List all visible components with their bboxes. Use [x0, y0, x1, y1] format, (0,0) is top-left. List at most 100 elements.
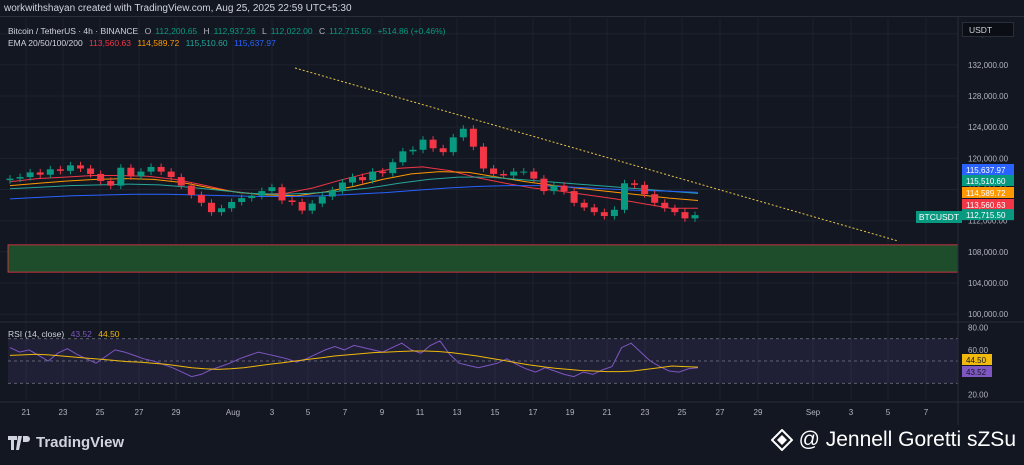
- candle-body: [278, 187, 286, 201]
- candle-body: [328, 190, 336, 197]
- candle-body: [540, 178, 548, 192]
- time-tick-label: 5: [886, 408, 891, 417]
- price-tick-label: 100,000.00: [968, 310, 1009, 319]
- time-tick-label: Aug: [226, 408, 240, 417]
- candle-body: [6, 178, 14, 181]
- candle-body: [258, 191, 266, 196]
- candle-body: [439, 148, 447, 153]
- time-tick-label: 21: [603, 408, 612, 417]
- time-tick-label: Sep: [806, 408, 821, 417]
- candle-body: [369, 171, 377, 181]
- rsi-value: 43.52: [70, 329, 92, 339]
- currency-selector[interactable]: USDT: [962, 22, 1014, 37]
- time-tick-label: 17: [529, 408, 538, 417]
- rsi-ma-value: 44.50: [98, 329, 120, 339]
- high-value: 112,937.26: [213, 26, 256, 36]
- candle-body: [510, 171, 518, 176]
- time-tick-label: 25: [678, 408, 687, 417]
- open-label: O: [144, 26, 152, 36]
- rsi-panel: 80.00 60.00 20.00 44.50 43.52: [0, 321, 1024, 399]
- low-value: 112,022.00: [270, 26, 313, 36]
- tradingview-wordmark: TradingView: [36, 434, 125, 451]
- price-chart[interactable]: 80.0060.0020.0044.5043.52 136,000.00132,…: [0, 0, 1024, 425]
- time-tick-label: 29: [754, 408, 763, 417]
- change-value: +514.86 (+0.46%): [377, 26, 446, 36]
- candle-body: [36, 172, 44, 175]
- candle-body: [77, 165, 85, 169]
- high-label: H: [203, 26, 210, 36]
- price-label-text: 114,589.72: [966, 189, 1006, 198]
- candle-body: [691, 215, 699, 219]
- time-tick-label: 11: [416, 408, 425, 417]
- time-tick-label: 13: [453, 408, 462, 417]
- candle-body: [580, 202, 588, 208]
- candle-body: [56, 169, 64, 171]
- time-tick-label: 29: [172, 408, 181, 417]
- candle-body: [338, 182, 346, 191]
- candle-body: [459, 128, 467, 138]
- candle-body: [288, 200, 296, 202]
- candle-body: [550, 185, 558, 192]
- ema-line: [9, 185, 699, 200]
- ema200-value: 115,637.97: [233, 38, 276, 48]
- candle-body: [520, 171, 528, 173]
- time-tick-label: 27: [716, 408, 725, 417]
- candle-body: [359, 177, 367, 181]
- price-axis: 136,000.00132,000.00128,000.00124,000.00…: [962, 30, 1014, 319]
- candle-body: [610, 209, 618, 217]
- ema50-value: 114,589.72: [137, 38, 180, 48]
- candle-body: [469, 128, 477, 147]
- time-tick-label: 25: [96, 408, 105, 417]
- low-label: L: [261, 26, 267, 36]
- time-tick-label: 23: [641, 408, 650, 417]
- candle-body: [560, 185, 568, 192]
- candle-body: [308, 203, 316, 211]
- ema100-value: 115,510.60: [185, 38, 228, 48]
- candle-body: [97, 173, 105, 181]
- time-tick-label: 19: [566, 408, 575, 417]
- candle-body: [419, 139, 427, 150]
- candle-body: [117, 167, 125, 186]
- candle-body: [298, 202, 306, 211]
- candle-body: [449, 137, 457, 153]
- rsi-tick-label: 60.00: [968, 346, 989, 355]
- candle-body: [66, 165, 74, 171]
- price-label-text: 113,560.63: [966, 201, 1006, 210]
- candle-body: [177, 177, 185, 186]
- candle-body: [218, 208, 226, 213]
- candle-body: [127, 167, 135, 177]
- candle-body: [570, 191, 578, 203]
- candle-body: [641, 184, 649, 195]
- candle-body: [268, 187, 276, 192]
- ema-lines: [9, 166, 699, 209]
- candle-body: [207, 202, 215, 213]
- symbol-legend: Bitcoin / TetherUS · 4h · BINANCE O 112,2…: [8, 26, 450, 36]
- candle-body: [228, 202, 236, 209]
- ema-title: EMA 20/50/100/200: [8, 38, 83, 48]
- trendline[interactable]: [294, 67, 899, 242]
- price-tick-label: 104,000.00: [968, 279, 1009, 288]
- candle-body: [379, 171, 387, 174]
- candle-body: [248, 195, 256, 199]
- candle-body: [671, 208, 679, 213]
- candle-body: [681, 212, 689, 219]
- candle-body: [318, 196, 326, 204]
- symbol-name: Bitcoin / TetherUS · 4h · BINANCE: [8, 26, 139, 36]
- candle-body: [409, 149, 417, 152]
- rsi-legend: RSI (14, close) 43.52 44.50: [8, 329, 124, 339]
- open-value: 112,200.65: [155, 26, 198, 36]
- price-tick-label: 120,000.00: [968, 154, 1009, 163]
- candle-body: [490, 168, 498, 174]
- candle-body: [46, 169, 54, 175]
- rsi-title: RSI (14, close): [8, 329, 65, 339]
- watermark-text: @ Jennell Goretti sZSu: [798, 428, 1016, 451]
- candle-body: [631, 183, 639, 185]
- candles: [6, 125, 699, 222]
- candle-body: [429, 139, 437, 149]
- rsi-label-text: 43.52: [966, 368, 987, 377]
- time-tick-label: 9: [380, 408, 385, 417]
- time-tick-label: 5: [306, 408, 311, 417]
- candle-body: [147, 166, 155, 172]
- tradingview-logo[interactable]: TradingView: [8, 434, 124, 451]
- tradingview-logo-icon: [8, 435, 30, 450]
